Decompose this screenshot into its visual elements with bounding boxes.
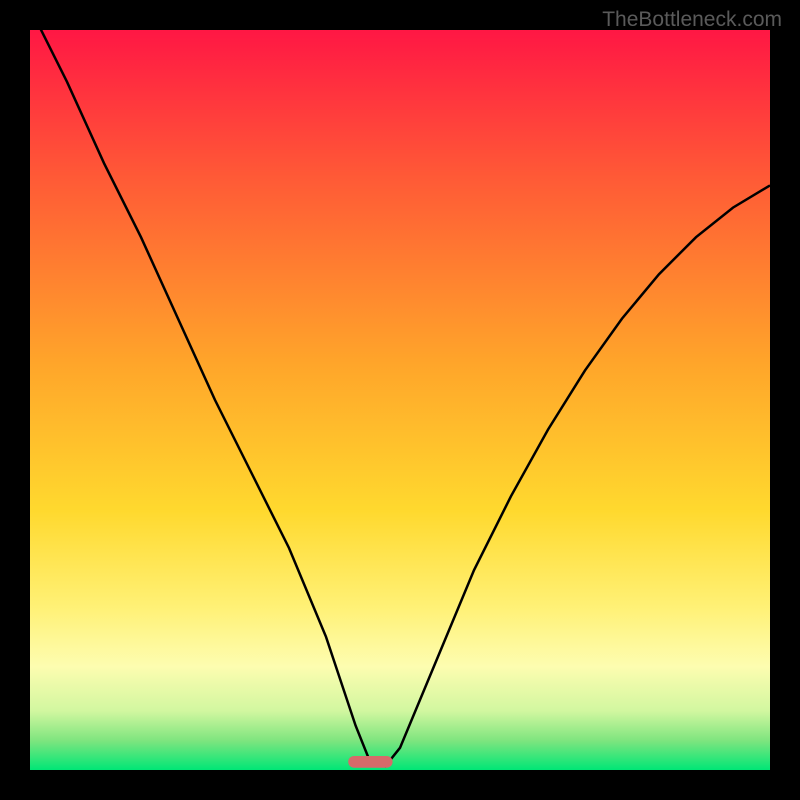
plot-area (30, 30, 770, 770)
watermark-text: TheBottleneck.com (602, 8, 782, 32)
chart-container: TheBottleneck.com (0, 0, 800, 800)
chart-background (30, 30, 770, 770)
minimum-marker (348, 756, 392, 768)
chart-svg (30, 30, 770, 770)
